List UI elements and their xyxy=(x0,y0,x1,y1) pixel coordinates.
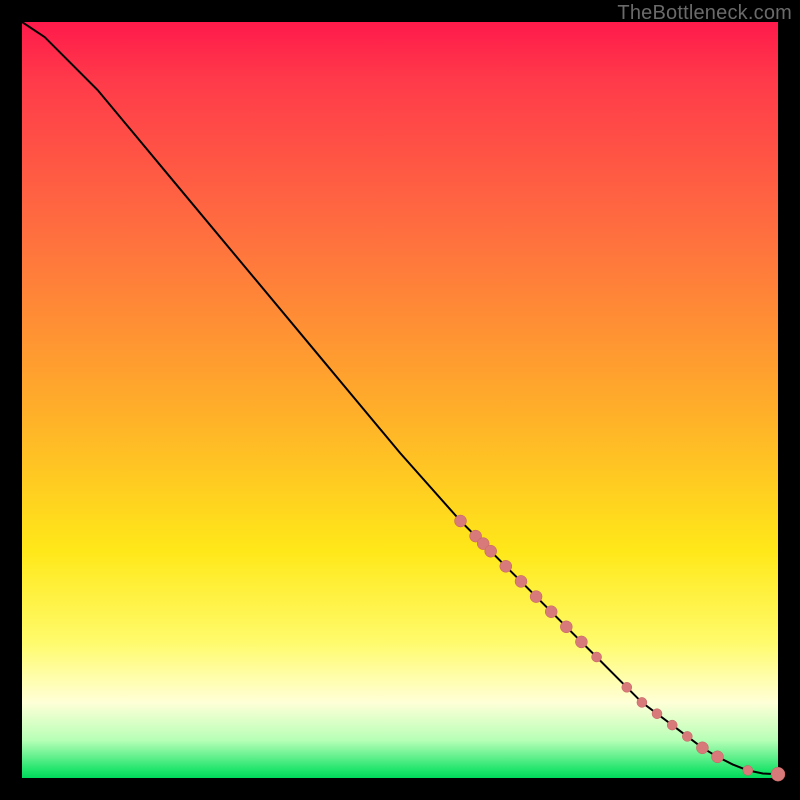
data-point xyxy=(592,652,602,662)
data-point xyxy=(500,560,512,572)
data-point xyxy=(575,636,587,648)
data-point xyxy=(560,621,572,633)
data-point xyxy=(667,720,677,730)
data-point xyxy=(515,575,527,587)
data-point xyxy=(743,765,753,775)
chart-frame xyxy=(22,22,778,778)
data-point xyxy=(682,731,692,741)
data-point xyxy=(455,515,467,527)
data-point xyxy=(622,682,632,692)
chart-svg xyxy=(22,22,778,778)
data-point xyxy=(530,591,542,603)
data-point xyxy=(696,742,708,754)
data-point xyxy=(712,751,724,763)
data-point xyxy=(771,767,785,781)
scatter-points-group xyxy=(455,515,786,781)
data-point xyxy=(485,545,497,557)
data-point xyxy=(637,697,647,707)
data-point xyxy=(652,709,662,719)
bottleneck-curve xyxy=(22,22,778,774)
watermark-text: TheBottleneck.com xyxy=(617,2,792,25)
data-point xyxy=(545,606,557,618)
